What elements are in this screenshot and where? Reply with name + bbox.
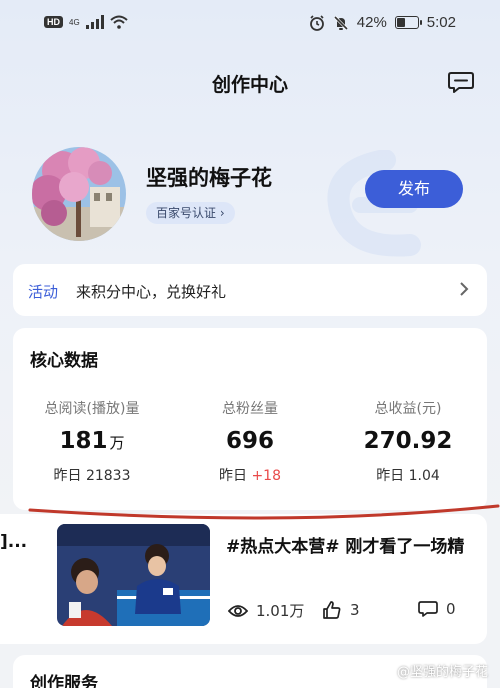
yesterday-label: 昨日 [376,468,405,484]
comment-count[interactable]: 0 [418,600,456,618]
services-title: 创作服务 [30,674,98,688]
network-type: 4G [69,17,80,27]
eye-icon [228,604,248,617]
publish-button[interactable]: 发布 [365,170,463,208]
activity-tag: 活动 [28,283,59,301]
verification-label: 百家号认证 [156,206,217,220]
clock: 5:02 [426,14,456,31]
hd-badge: HD [44,16,63,28]
thumbs-up-icon [323,601,341,619]
stat-value: 270.92 [363,428,453,454]
like-count[interactable]: 3 [322,600,360,620]
video-thumbnail[interactable] [57,524,210,626]
battery-icon [394,16,422,29]
view-count: 1.01万 [228,600,304,621]
user-name: 坚强的梅子花 [146,166,272,190]
core-data-title: 核心数据 [30,351,98,371]
like-count-value: 3 [350,601,360,619]
yesterday-value: 21833 [85,468,131,484]
avatar[interactable] [32,147,126,241]
stat-label: 总粉丝量 [222,401,278,417]
activity-text: 来积分中心，兑换好礼 [76,283,227,301]
stat-total-income[interactable]: 总收益(元) 270.92 昨日 1.04 [329,398,487,485]
stat-label: 总阅读(播放)量 [44,401,140,417]
core-data-card: 核心数据 总阅读(播放)量 181 万 昨日 21833 总粉丝量 696 昨日 … [13,328,487,510]
previous-item-title: ]... [0,532,28,552]
yesterday-value: 1.04 [408,468,440,484]
yesterday-label: 昨日 [219,468,247,484]
chevron-right-icon: › [219,206,225,220]
signal-icon [85,15,104,29]
feed-carousel-item[interactable]: ]... #热点大本营# 刚才看了一场精 1.01万 3 0 [0,514,487,644]
alarm-icon [309,14,324,31]
comment-count-value: 0 [446,600,456,618]
wifi-icon [110,15,128,29]
yesterday-value: +18 [251,468,281,484]
page-title: 创作中心 [211,74,288,96]
stat-total-fans[interactable]: 总粉丝量 696 昨日 +18 [171,398,329,485]
view-count-value: 1.01万 [256,602,305,620]
chat-bubble-icon[interactable] [448,70,474,94]
battery-level [396,18,405,27]
stat-value: 181 [59,428,108,454]
stat-label: 总收益(元) [374,401,442,417]
battery-percent: 42% [356,14,387,31]
stat-value: 696 [225,428,274,454]
watermark: @坚强的梅子花 [396,665,488,680]
feed-title: #热点大本营# 刚才看了一场精 [226,537,465,557]
activity-banner[interactable]: 活动 来积分中心，兑换好礼 [13,264,487,316]
stat-total-reads[interactable]: 总阅读(播放)量 181 万 昨日 21833 [13,398,171,485]
yesterday-label: 昨日 [53,468,82,484]
chevron-right-icon [460,282,469,296]
stat-unit: 万 [109,434,125,452]
verification-badge[interactable]: 百家号认证 › [146,202,235,224]
status-bar: HD 4G 42% 5:02 [0,0,500,50]
comment-icon [418,601,438,617]
mute-icon [333,15,348,30]
